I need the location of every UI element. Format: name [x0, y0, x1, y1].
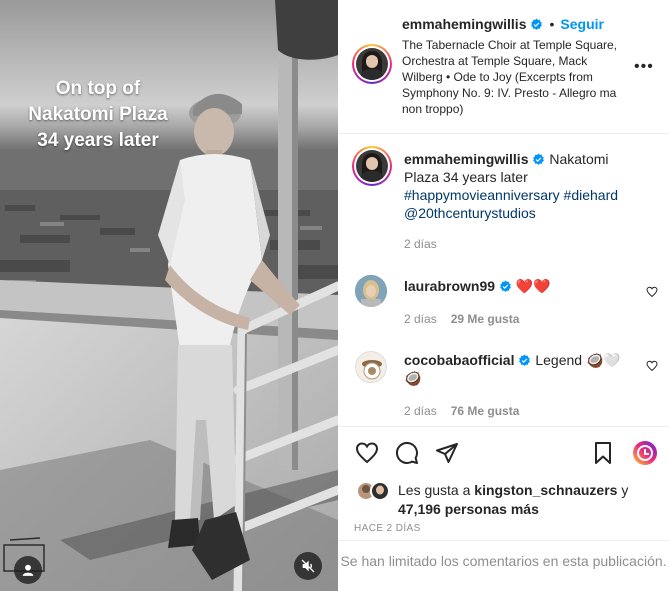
caption-hashtags[interactable]: #happymovieanniversary #diehard: [404, 187, 618, 203]
caption-time[interactable]: 2 días: [404, 237, 437, 251]
verified-badge-icon: [533, 153, 545, 165]
like-comment-heart-icon[interactable]: [646, 286, 658, 298]
post-media[interactable]: On top of Nakatomi Plaza 34 years later: [0, 0, 338, 591]
overlay-line: On top of: [55, 78, 141, 99]
caption-text: emmahemingwillis Nakatomi Plaza 34 years…: [404, 150, 634, 222]
comment-meta: 2 días 29 Me gusta: [404, 312, 519, 326]
remix-icon[interactable]: [632, 440, 658, 466]
comment-username[interactable]: laurabrown99: [404, 278, 495, 294]
verified-badge-icon: [519, 354, 531, 366]
commenter-avatar[interactable]: [355, 351, 387, 383]
audio-track-link[interactable]: The Tabernacle Choir at Temple Square, O…: [402, 37, 622, 117]
action-bar: [338, 426, 669, 478]
author-line: emmahemingwillis • Seguir: [402, 16, 604, 32]
liked-by-user[interactable]: kingston_schnauzers: [474, 482, 617, 498]
comment-body: ❤️❤️: [515, 278, 551, 294]
post-header: emmahemingwillis • Seguir The Tabernacle C…: [338, 0, 669, 134]
avatar-image: [356, 352, 386, 382]
author-username[interactable]: emmahemingwillis: [402, 16, 526, 32]
comments-limited-notice: Se han limitado los comentarios en esta …: [338, 540, 669, 591]
comment-time[interactable]: 2 días: [404, 404, 437, 418]
avatar-image: [355, 275, 387, 307]
likes-joiner: y: [621, 482, 629, 498]
tagged-users-button[interactable]: [14, 556, 42, 584]
post-sidebar: emmahemingwillis • Seguir The Tabernacle C…: [338, 0, 669, 591]
separator-dot: •: [549, 16, 555, 32]
comment-text: laurabrown99 ❤️❤️: [404, 277, 634, 295]
user-icon: [22, 564, 34, 576]
comment-bubble-icon[interactable]: [395, 441, 419, 465]
video-overlay-caption: On top of Nakatomi Plaza 34 years later: [0, 76, 196, 154]
caption-avatar[interactable]: [352, 146, 392, 186]
share-send-icon[interactable]: [435, 441, 459, 465]
like-comment-heart-icon[interactable]: [646, 360, 658, 372]
caption-mention[interactable]: @20thcenturystudios: [404, 205, 536, 221]
comment-likes[interactable]: 29 Me gusta: [451, 312, 520, 326]
follow-button[interactable]: Seguir: [560, 16, 604, 32]
mute-button[interactable]: [294, 552, 322, 580]
post-date[interactable]: HACE 2 DÍAS: [354, 523, 421, 534]
comment-username[interactable]: cocobabaofficial: [404, 352, 514, 368]
liker-avatars[interactable]: [356, 481, 392, 501]
comment-likes[interactable]: 76 Me gusta: [451, 404, 520, 418]
comment-body: Legend 🥥🤍: [535, 352, 621, 368]
author-avatar[interactable]: [352, 44, 392, 84]
likes-text: Les gusta a kingston_schnauzers y 47,196…: [398, 481, 668, 519]
muted-speaker-icon: [301, 559, 315, 573]
caption-username[interactable]: emmahemingwillis: [404, 151, 528, 167]
likes-count[interactable]: 47,196 personas más: [398, 501, 539, 517]
comment-body-line2: 🥥: [404, 370, 422, 386]
commenter-avatar[interactable]: [355, 275, 387, 307]
likes-prefix: Les gusta a: [398, 482, 471, 498]
overlay-line: Nakatomi Plaza: [28, 104, 168, 125]
comment-text: cocobabaofficial Legend 🥥🤍 🥥: [404, 351, 634, 387]
comment-meta: 2 días 76 Me gusta: [404, 404, 519, 418]
verified-badge-icon: [500, 280, 511, 292]
comment-time[interactable]: 2 días: [404, 312, 437, 326]
save-bookmark-icon[interactable]: [591, 441, 615, 465]
verified-badge-icon: [531, 18, 543, 30]
more-options-button[interactable]: •••: [634, 58, 654, 76]
like-heart-icon[interactable]: [355, 441, 379, 465]
overlay-line: 34 years later: [37, 130, 159, 151]
